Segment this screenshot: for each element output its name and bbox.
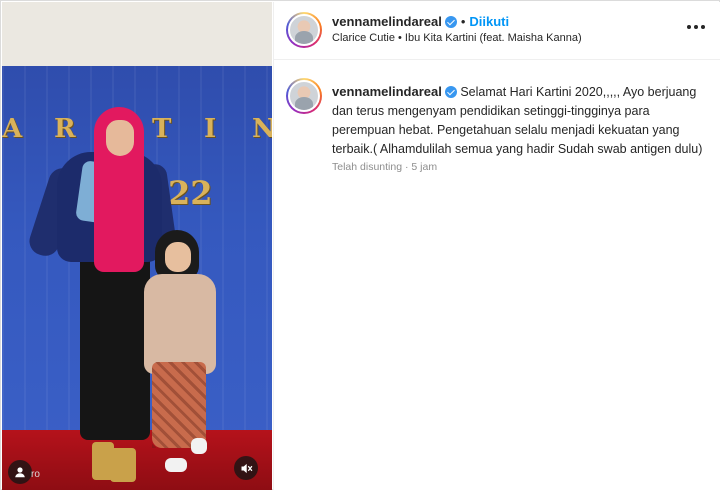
backdrop-year: 22 — [168, 174, 213, 212]
speaker-muted-icon — [241, 463, 252, 473]
woman-face — [106, 120, 134, 156]
following-button[interactable]: Diikuti — [469, 14, 509, 29]
child-batik-skirt — [152, 362, 206, 448]
verified-badge-icon — [444, 86, 457, 98]
child-shoe — [191, 438, 207, 454]
caption-block: vennamelindareal Selamat Hari Kartini 20… — [332, 82, 710, 159]
more-options-button[interactable] — [687, 20, 709, 34]
post-header: vennamelindareal • Diikuti Clarice Cutie •… — [274, 2, 720, 60]
avatar-photo — [288, 14, 320, 46]
post-media-video[interactable]: A R T I N 22 ro — [2, 2, 272, 490]
backdrop-letter: N — [252, 114, 272, 144]
edited-label: Telah disunting — [332, 161, 403, 173]
mute-toggle-button[interactable] — [234, 456, 258, 480]
header-title-row: vennamelindareal • Diikuti — [332, 13, 509, 31]
backdrop-letter: I — [204, 114, 217, 144]
post-details-pane: vennamelindareal • Diikuti Clarice Cutie •… — [273, 2, 720, 490]
backdrop-letter: R — [54, 114, 76, 144]
verified-badge-icon — [444, 16, 457, 28]
avatar[interactable] — [286, 78, 322, 114]
post-meta: Telah disunting · 5 jam — [332, 161, 437, 173]
more-horizontal-icon — [701, 25, 705, 29]
child-face — [165, 242, 191, 272]
backdrop-letter: T — [152, 114, 172, 144]
more-horizontal-icon — [687, 25, 691, 29]
post-window: A R T I N 22 ro vennamelindareal • Diiku… — [0, 0, 720, 490]
user-tag-button[interactable] — [8, 460, 32, 484]
child-kebaya — [144, 274, 216, 374]
post-timestamp[interactable]: 5 jam — [411, 161, 437, 173]
more-horizontal-icon — [694, 25, 698, 29]
separator-dot: • — [460, 14, 466, 29]
user-tag-icon — [15, 467, 25, 478]
avatar-photo — [288, 80, 320, 112]
room-wall — [2, 2, 272, 68]
child-shoe — [165, 458, 187, 472]
meta-separator: · — [402, 161, 412, 173]
caption-username-link[interactable]: vennamelindareal — [332, 84, 442, 99]
avatar[interactable] — [286, 12, 322, 48]
audio-track-link[interactable]: Clarice Cutie • Ibu Kita Kartini (feat. … — [332, 32, 582, 44]
backdrop-letter: A — [2, 114, 23, 144]
woman-shoe — [110, 448, 136, 482]
username-link[interactable]: vennamelindareal — [332, 14, 442, 29]
media-overlay-text: ro — [31, 469, 40, 480]
